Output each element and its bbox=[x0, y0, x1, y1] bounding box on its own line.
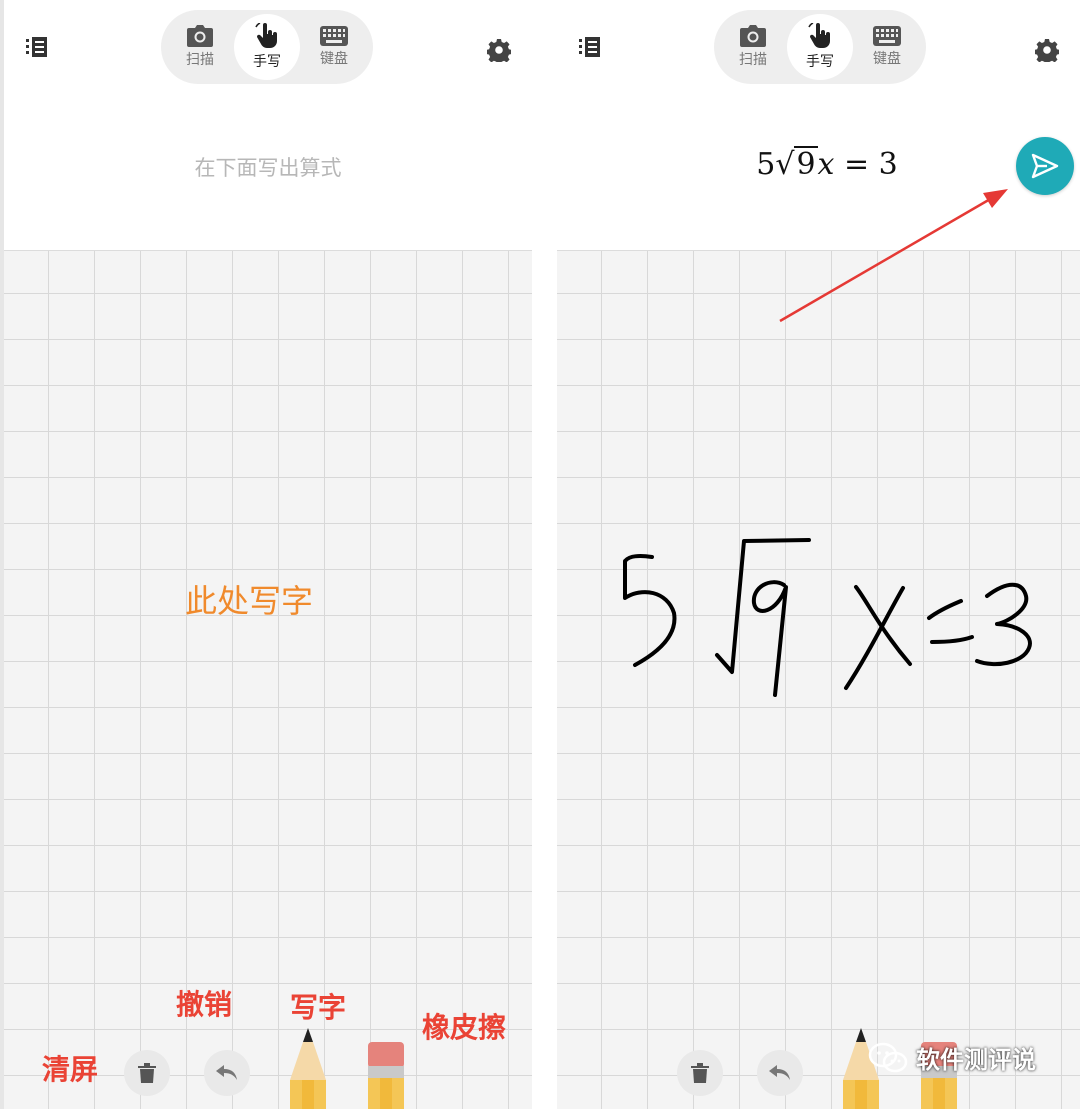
formula-rhs: = 3 bbox=[844, 147, 898, 182]
handwriting-panel-filled: 扫描 手写 键盘 5√9x = 3 bbox=[557, 0, 1080, 1109]
pencil-tool[interactable] bbox=[290, 1028, 326, 1109]
submit-button[interactable] bbox=[1016, 137, 1074, 195]
mode-keyboard-label: 键盘 bbox=[320, 51, 348, 67]
handwriting-panel-empty: 扫描 手写 键盘 在下面写出算式 此处写字 清屏 撤销 写字 橡皮擦 bbox=[4, 0, 532, 1109]
history-list-icon bbox=[579, 37, 600, 57]
mode-keyboard-button[interactable]: 键盘 bbox=[854, 14, 920, 80]
trash-icon bbox=[691, 1063, 709, 1083]
gear-icon bbox=[487, 39, 511, 62]
formula-radicand: 9 bbox=[794, 146, 818, 182]
history-list-icon bbox=[26, 37, 47, 57]
undo-button[interactable] bbox=[757, 1050, 803, 1096]
history-button[interactable] bbox=[575, 33, 605, 63]
mode-handwrite-label: 手写 bbox=[253, 54, 281, 70]
mode-scan-label: 扫描 bbox=[186, 52, 214, 68]
write-annotation: 写字 bbox=[290, 991, 347, 1024]
watermark: 软件测评说 bbox=[868, 1040, 1036, 1075]
keyboard-icon bbox=[320, 26, 348, 46]
undo-annotation: 撤销 bbox=[176, 988, 233, 1021]
wechat-icon bbox=[868, 1042, 908, 1072]
input-mode-switch: 扫描 手写 键盘 bbox=[714, 10, 926, 84]
mode-handwrite-button[interactable]: 手写 bbox=[234, 14, 300, 80]
undo-button[interactable] bbox=[204, 1050, 250, 1096]
input-hint: 在下面写出算式 bbox=[194, 156, 342, 180]
mode-handwrite-button[interactable]: 手写 bbox=[787, 14, 853, 80]
formula-var: x bbox=[817, 147, 835, 182]
eraser-annotation: 橡皮擦 bbox=[422, 1011, 507, 1044]
hand-pointer-icon bbox=[255, 23, 277, 48]
trash-icon bbox=[138, 1063, 156, 1083]
canvas-hint-annotation: 此处写字 bbox=[185, 582, 314, 620]
settings-button[interactable] bbox=[484, 35, 514, 65]
header: 扫描 手写 键盘 bbox=[557, 0, 1080, 251]
clear-annotation: 清屏 bbox=[42, 1053, 99, 1086]
undo-icon bbox=[216, 1065, 237, 1080]
mode-keyboard-label: 键盘 bbox=[873, 51, 901, 67]
clear-button[interactable] bbox=[677, 1050, 723, 1096]
camera-icon bbox=[740, 25, 766, 47]
panel-divider bbox=[532, 0, 557, 1109]
mode-scan-button[interactable]: 扫描 bbox=[167, 14, 233, 80]
undo-icon bbox=[769, 1065, 790, 1080]
mode-scan-label: 扫描 bbox=[739, 52, 767, 68]
mode-keyboard-button[interactable]: 键盘 bbox=[301, 14, 367, 80]
mode-scan-button[interactable]: 扫描 bbox=[720, 14, 786, 80]
hand-pointer-icon bbox=[808, 23, 830, 48]
send-icon bbox=[1031, 153, 1059, 179]
sqrt-symbol: √ bbox=[775, 147, 795, 182]
clear-button[interactable] bbox=[124, 1050, 170, 1096]
history-button[interactable] bbox=[22, 33, 52, 63]
mode-handwrite-label: 手写 bbox=[806, 54, 834, 70]
handwriting-canvas[interactable] bbox=[4, 251, 532, 1109]
recognized-formula[interactable]: 5√9x = 3 bbox=[697, 146, 957, 182]
header: 扫描 手写 键盘 bbox=[4, 0, 532, 251]
keyboard-icon bbox=[873, 26, 901, 46]
gear-icon bbox=[1035, 39, 1059, 62]
eraser-tool[interactable] bbox=[368, 1042, 404, 1109]
input-mode-switch: 扫描 手写 键盘 bbox=[161, 10, 373, 84]
settings-button[interactable] bbox=[1032, 35, 1062, 65]
camera-icon bbox=[187, 25, 213, 47]
handwriting-strokes bbox=[623, 538, 1032, 697]
formula-coef: 5 bbox=[756, 147, 776, 182]
watermark-text: 软件测评说 bbox=[916, 1046, 1036, 1074]
